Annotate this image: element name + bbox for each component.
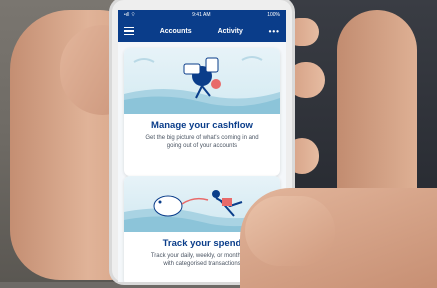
tab-accounts[interactable]: Accounts [160, 28, 192, 35]
cashflow-illustration-art [124, 56, 280, 114]
card-title: Manage your cashflow [151, 120, 253, 131]
cashflow-card[interactable]: Manage your cashflow Get the big picture… [124, 48, 280, 176]
tab-activity[interactable]: Activity [218, 28, 243, 35]
signal-indicator: •ıll ⌔ [124, 12, 136, 18]
menu-icon[interactable] [124, 27, 134, 35]
right-thumb [245, 196, 335, 266]
battery-indicator: 100% [267, 12, 280, 18]
finger-2 [287, 62, 325, 98]
card-description: Get the big picture of what's coming in … [134, 134, 270, 150]
card-description-line: Get the big picture of what's coming in … [145, 135, 259, 141]
status-bar: •ıll ⌔ 9:41 AM 100% [118, 10, 286, 20]
status-time: 9:41 AM [192, 12, 211, 18]
card-description-line: going out of your accounts [166, 143, 238, 149]
more-icon[interactable]: ••• [269, 27, 280, 36]
cashflow-illustration [124, 48, 280, 114]
nav-tabs: Accounts Activity [160, 28, 243, 35]
top-nav: Accounts Activity ••• [118, 20, 286, 42]
